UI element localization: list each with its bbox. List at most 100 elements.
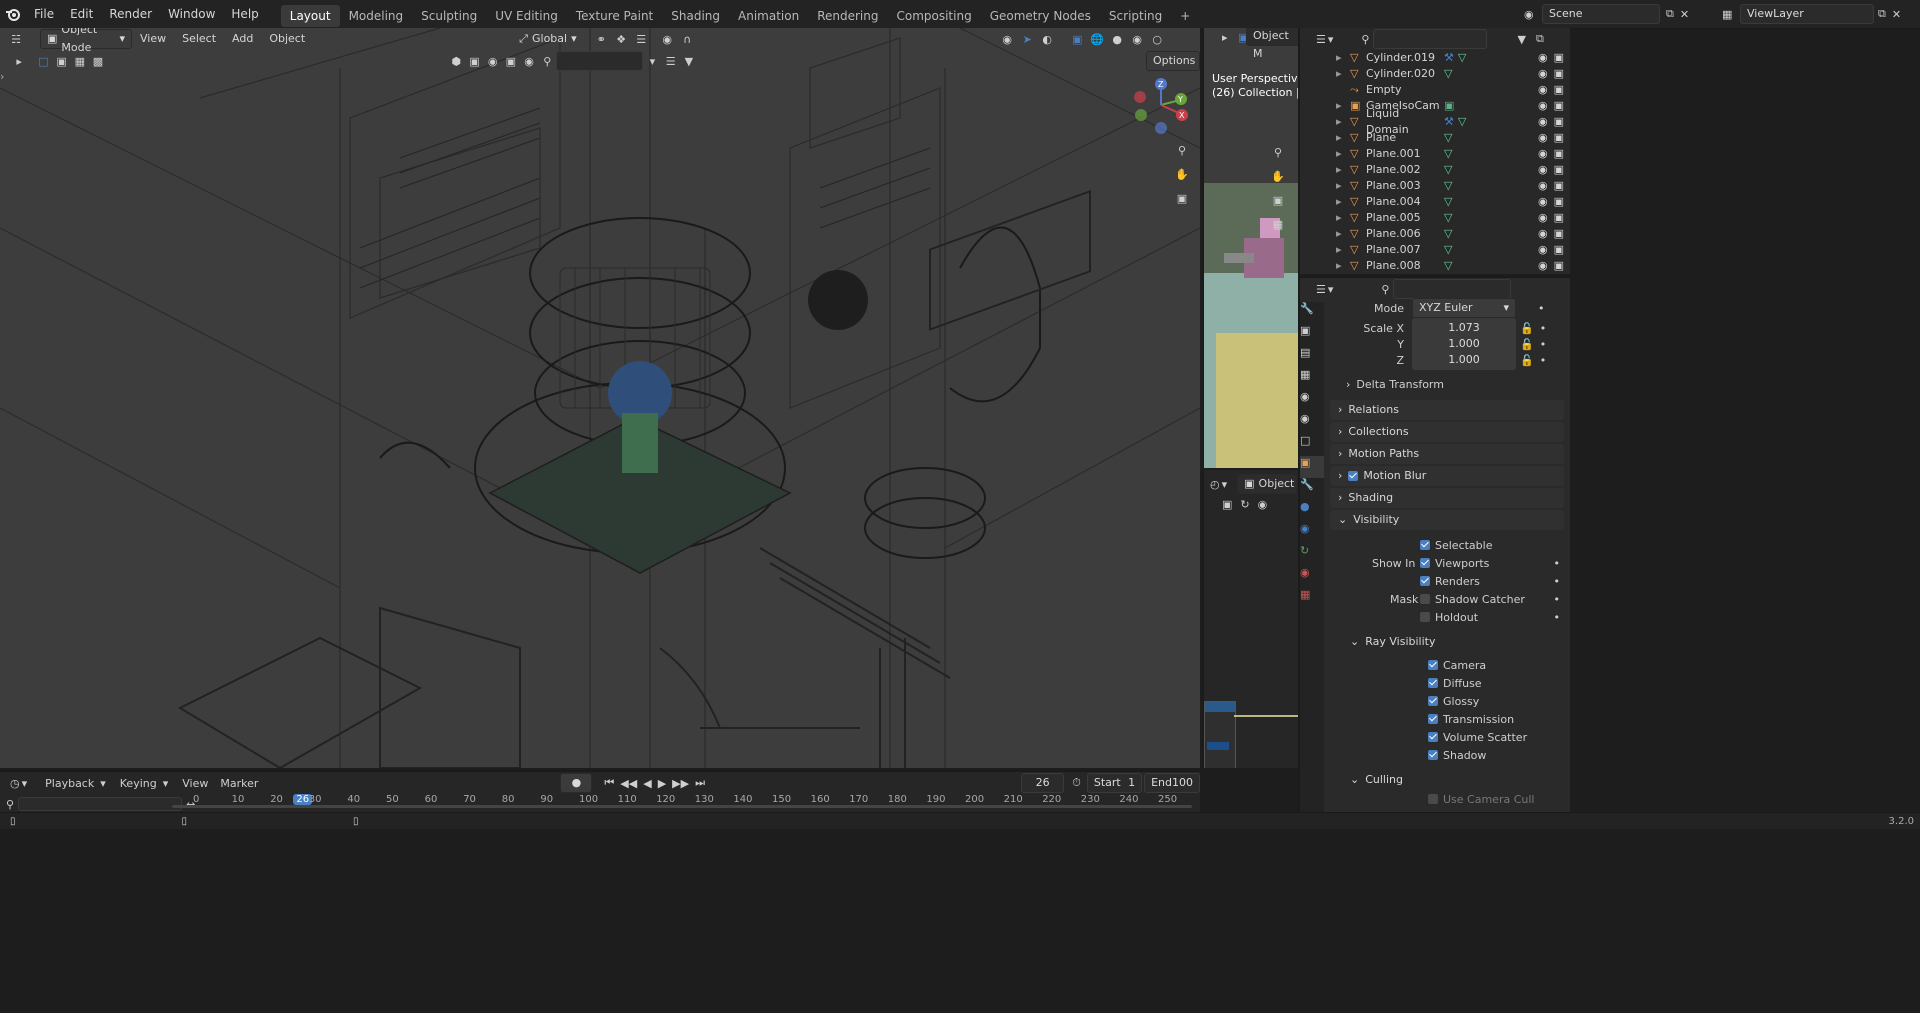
outliner-row[interactable]: ▸ ▽ Plane.007 ▽ ◉ ▣ bbox=[1300, 242, 1570, 258]
render-camera-icon[interactable]: ▣ bbox=[1554, 226, 1564, 242]
show-in-viewports-row[interactable]: Show In Viewports • bbox=[1372, 554, 1570, 572]
ray-visibility-row[interactable]: Camera bbox=[1428, 656, 1570, 674]
chevron-down-icon[interactable]: ▾ bbox=[643, 51, 661, 71]
shading-material-icon[interactable]: ◉ bbox=[1127, 29, 1147, 49]
render-camera-icon[interactable]: ▣ bbox=[1554, 242, 1564, 258]
lock-icon[interactable]: 🔓 bbox=[1520, 354, 1534, 367]
panel-motion-paths[interactable]: › Motion Paths bbox=[1330, 444, 1564, 464]
tab-geometry-nodes[interactable]: Geometry Nodes bbox=[981, 5, 1100, 27]
filter-color-icon[interactable]: ⬢ bbox=[447, 51, 465, 71]
render-camera-icon[interactable]: ▣ bbox=[1554, 114, 1564, 130]
holdout-checkbox[interactable] bbox=[1420, 612, 1430, 622]
eye-icon[interactable]: ◉ bbox=[1538, 162, 1548, 178]
camera-data-icon[interactable]: ▣ bbox=[1444, 98, 1454, 114]
shading-solid-icon[interactable]: ● bbox=[1107, 29, 1127, 49]
toolbar-toggle-icon[interactable]: ▸ bbox=[10, 51, 28, 71]
tab-modeling[interactable]: Modeling bbox=[340, 5, 413, 27]
ray-visibility-row[interactable]: Shadow bbox=[1428, 746, 1570, 764]
eye-icon[interactable]: ◉ bbox=[1538, 98, 1548, 114]
close-layer-icon[interactable]: ✕ bbox=[1892, 8, 1901, 21]
keyframe-dot-icon[interactable]: • bbox=[1540, 338, 1547, 351]
render-camera-icon[interactable]: ▣ bbox=[1554, 146, 1564, 162]
panel-collections[interactable]: › Collections bbox=[1330, 422, 1564, 442]
menu-help[interactable]: Help bbox=[223, 0, 266, 28]
menu-edit[interactable]: Edit bbox=[62, 0, 101, 28]
viewport-menu-object[interactable]: Object bbox=[261, 28, 313, 50]
expand-arrow-icon[interactable]: ▸ bbox=[1336, 146, 1350, 162]
orientation-dropdown[interactable]: ⤢ Global ▾ bbox=[513, 30, 579, 48]
pivot-icon[interactable]: ⚭ bbox=[591, 29, 611, 49]
holdout-row[interactable]: Holdout • bbox=[1420, 608, 1570, 626]
zoom-icon[interactable]: ⚲ bbox=[1172, 140, 1192, 160]
eye-icon[interactable]: ◉ bbox=[1538, 146, 1548, 162]
expand-arrow-icon[interactable]: ▸ bbox=[1336, 210, 1350, 226]
viewport-menu-select[interactable]: Select bbox=[174, 28, 224, 50]
select-intersect-icon[interactable]: ▩ bbox=[89, 51, 107, 71]
mesh-data-icon[interactable]: ▽ bbox=[1444, 146, 1452, 162]
mini-camera-icon[interactable]: ▣ bbox=[1268, 190, 1288, 210]
editor-type-icon[interactable]: ☵ bbox=[6, 29, 26, 49]
tab-layout[interactable]: Layout bbox=[280, 4, 340, 27]
filter-empty-icon[interactable]: ◉ bbox=[520, 51, 538, 71]
keyframe-dot-icon[interactable]: • bbox=[1554, 593, 1561, 606]
tab-compositing[interactable]: Compositing bbox=[887, 5, 980, 27]
eye-icon[interactable]: ◉ bbox=[1538, 194, 1548, 210]
ray-visibility-checkbox[interactable] bbox=[1428, 714, 1438, 724]
modifier-icon[interactable]: ⚒ bbox=[1444, 50, 1454, 66]
render-camera-icon[interactable]: ▣ bbox=[1554, 66, 1564, 82]
shading-rendered-icon[interactable]: ○ bbox=[1147, 29, 1167, 49]
view-layer-field[interactable]: ViewLayer bbox=[1740, 4, 1874, 24]
expand-arrow-icon[interactable]: ▸ bbox=[1336, 226, 1350, 242]
tab-uv-editing[interactable]: UV Editing bbox=[486, 5, 567, 27]
mesh-data-icon[interactable]: ▽ bbox=[1444, 162, 1452, 178]
mini-object-dropdown[interactable]: ▣ Object bbox=[1237, 474, 1298, 494]
render-camera-icon[interactable]: ▣ bbox=[1554, 50, 1564, 66]
tab-render-icon[interactable]: ▣ bbox=[1300, 324, 1324, 346]
outliner-row[interactable]: ▸ ▽ Plane.008 ▽ ◉ ▣ bbox=[1300, 258, 1570, 274]
render-camera-icon[interactable]: ▣ bbox=[1554, 194, 1564, 210]
outliner-row[interactable]: ▸ ▽ Plane.002 ▽ ◉ ▣ bbox=[1300, 162, 1570, 178]
expand-arrow-icon[interactable]: ▸ bbox=[1336, 162, 1350, 178]
ray-visibility-row[interactable]: Diffuse bbox=[1428, 674, 1570, 692]
outliner-row[interactable]: ▸ ▽ Plane.003 ▽ ◉ ▣ bbox=[1300, 178, 1570, 194]
mesh-data-icon[interactable]: ▽ bbox=[1444, 178, 1452, 194]
outliner-editor-icon[interactable]: ☰ bbox=[1316, 33, 1326, 46]
mesh-data-icon[interactable]: ▽ bbox=[1444, 258, 1452, 274]
tab-animation[interactable]: Animation bbox=[729, 5, 808, 27]
keyframe-dot-icon[interactable]: • bbox=[1554, 575, 1561, 588]
expand-arrow-icon[interactable]: ▸ bbox=[1336, 98, 1350, 114]
node-link-icon[interactable]: ↻ bbox=[1240, 498, 1249, 511]
panel-shading[interactable]: › Shading bbox=[1330, 488, 1564, 508]
tab-view-layer-icon[interactable]: ▦ bbox=[1300, 368, 1324, 390]
expand-arrow-icon[interactable]: ▸ bbox=[1336, 242, 1350, 258]
viewport-menu-add[interactable]: Add bbox=[224, 28, 261, 50]
eye-icon[interactable]: ◉ bbox=[1538, 50, 1548, 66]
eye-icon[interactable]: ◉ bbox=[1538, 82, 1548, 98]
ray-visibility-checkbox[interactable] bbox=[1428, 696, 1438, 706]
tab-scripting[interactable]: Scripting bbox=[1100, 5, 1171, 27]
scene-icon[interactable]: ◉ bbox=[1524, 8, 1542, 21]
ray-visibility-checkbox[interactable] bbox=[1428, 732, 1438, 742]
menu-render[interactable]: Render bbox=[101, 0, 160, 28]
render-camera-icon[interactable]: ▣ bbox=[1554, 258, 1564, 274]
keyframe-dot-icon[interactable]: • bbox=[1540, 354, 1547, 367]
navigation-gizmo[interactable]: Z Y X bbox=[1128, 72, 1194, 138]
select-box-icon[interactable]: □ bbox=[34, 51, 52, 71]
properties-editor[interactable]: ☰ ▾ ⚲ 🔧 ▣ ▤ ▦ ◉ ◉ □ ▣ 🔧 ● ◉ ↻ ◉ ▦ Mode X… bbox=[1298, 276, 1570, 812]
snap-icon[interactable]: ❖ bbox=[611, 29, 631, 49]
ray-visibility-row[interactable]: Glossy bbox=[1428, 692, 1570, 710]
shading-wireframe-icon[interactable]: 🌐 bbox=[1087, 29, 1107, 49]
eye-icon[interactable]: ◉ bbox=[1538, 210, 1548, 226]
pan-hand-icon[interactable]: ✋ bbox=[1172, 164, 1192, 184]
tab-sculpting[interactable]: Sculpting bbox=[412, 5, 486, 27]
lock-icon[interactable]: 🔓 bbox=[1520, 338, 1534, 351]
outliner-row[interactable]: ▸ ▽ Cylinder.020 ▽ ◉ ▣ bbox=[1300, 66, 1570, 82]
lock-icon[interactable]: 🔓 bbox=[1520, 322, 1534, 335]
gizmo-icon[interactable]: ➤ bbox=[1017, 29, 1037, 49]
keyframe-dot-icon[interactable]: • bbox=[1538, 302, 1545, 315]
expand-arrow-icon[interactable]: ▸ bbox=[1336, 178, 1350, 194]
timeline[interactable]: ◷ ▾ Playback ▾ Keying ▾ View Marker ● ⏮ … bbox=[0, 770, 1200, 814]
eye-icon[interactable]: ◉ bbox=[1538, 242, 1548, 258]
close-scene-icon[interactable]: ✕ bbox=[1680, 8, 1689, 21]
outliner-filter-icon[interactable]: ▼ bbox=[1517, 33, 1525, 46]
